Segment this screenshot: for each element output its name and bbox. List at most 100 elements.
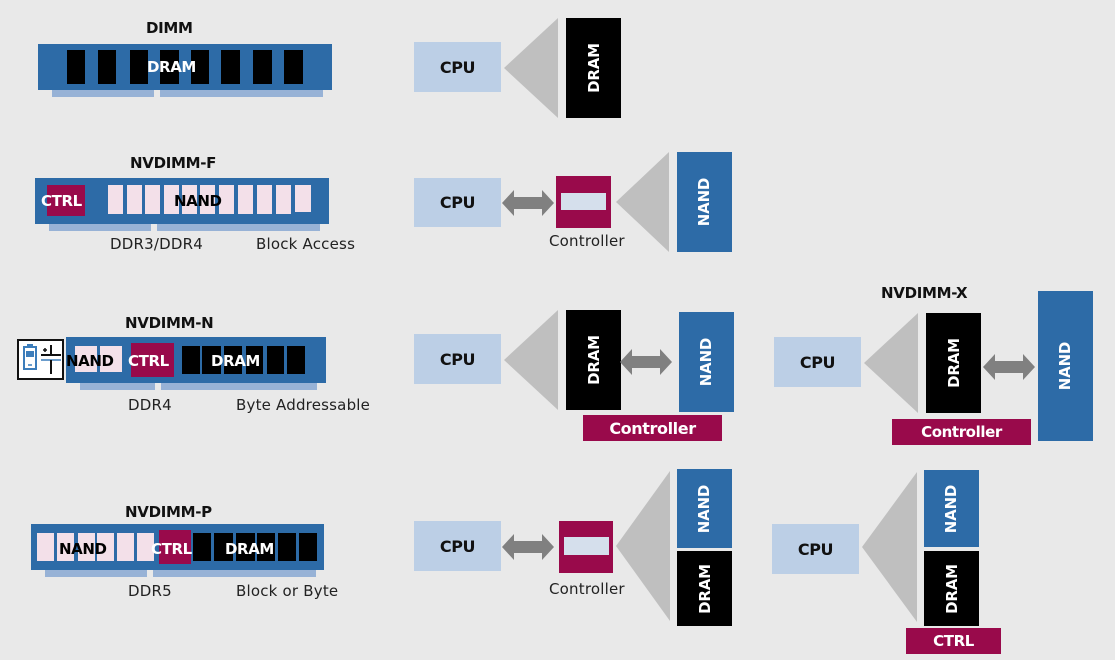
nand-label: NAND xyxy=(942,484,961,533)
controller-chip-icon xyxy=(556,176,611,228)
nand-block: NAND xyxy=(679,312,734,412)
dram-chip xyxy=(299,533,317,561)
nvdimm-f-title: NVDIMM-F xyxy=(130,154,217,172)
cpu-block: CPU xyxy=(414,178,501,227)
nvdimm-f-pin-left xyxy=(49,224,151,231)
nvdimm-n-pin-right xyxy=(161,383,317,390)
nvdimm-p-access: Block or Byte xyxy=(236,582,339,600)
controller-chip-icon xyxy=(559,521,613,573)
nvdimm-p-title: NVDIMM-P xyxy=(125,503,212,521)
dram-label: DRAM xyxy=(584,335,603,385)
dram-chip xyxy=(284,50,303,84)
dram-label: DRAM xyxy=(944,338,963,388)
nvdimm-n-title: NVDIMM-N xyxy=(125,314,214,332)
nvdimm-n-access: Byte Addressable xyxy=(236,396,371,414)
controller-label: CTRL xyxy=(933,632,974,650)
cpu-block: CPU xyxy=(774,337,861,387)
cpu-label: CPU xyxy=(439,193,476,212)
nvdimm-p-ctrl-label: CTRL xyxy=(151,540,192,558)
cpu-block: CPU xyxy=(414,334,501,384)
nand-block: NAND xyxy=(1038,291,1093,441)
cpu-label: CPU xyxy=(799,352,836,372)
nand-block: NAND xyxy=(677,469,732,548)
nvdimm-p-pin-left xyxy=(45,570,147,577)
controller-bar: Controller xyxy=(583,415,722,441)
nand-chip xyxy=(117,533,134,561)
nand-label: NAND xyxy=(697,337,716,387)
dram-chip xyxy=(193,533,211,561)
cpu-block: CPU xyxy=(772,524,859,574)
dimm-pin-right xyxy=(160,89,323,97)
nvdimm-p-interface: DDR5 xyxy=(128,582,172,600)
funnel-connector xyxy=(504,310,558,410)
nvdimm-p-nand-label: NAND xyxy=(59,540,107,558)
cpu-label: CPU xyxy=(439,349,476,369)
dram-chip xyxy=(267,346,284,374)
dram-chip xyxy=(221,50,240,84)
nvdimm-n-ctrl-label: CTRL xyxy=(128,352,169,370)
nand-chip xyxy=(276,185,291,214)
nand-label: NAND xyxy=(695,484,714,533)
funnel-connector xyxy=(504,18,558,118)
dram-chip xyxy=(278,533,296,561)
dram-label: DRAM xyxy=(942,563,961,614)
controller-label: Controller xyxy=(549,580,625,598)
nand-chip xyxy=(145,185,160,214)
nvdimm-p-dram-label: DRAM xyxy=(225,540,274,558)
dram-block: DRAM xyxy=(566,18,621,118)
nvdimm-p-pin-right xyxy=(153,570,316,577)
dram-chip xyxy=(253,50,272,84)
funnel-connector xyxy=(862,472,917,622)
battery-supercapacitor-icon xyxy=(17,339,64,380)
nand-chip xyxy=(127,185,142,214)
dimm-dram-label: DRAM xyxy=(147,58,196,76)
dram-block: DRAM xyxy=(566,310,621,410)
nand-label: NAND xyxy=(1056,341,1075,391)
cpu-label: CPU xyxy=(797,539,834,559)
nand-chip xyxy=(37,533,54,561)
nvdimm-n-interface: DDR4 xyxy=(128,396,172,414)
dram-chip xyxy=(130,50,148,84)
cpu-label: CPU xyxy=(439,536,476,556)
nand-chip xyxy=(108,185,123,214)
dram-chip xyxy=(287,346,305,374)
bidirectional-arrow-icon xyxy=(502,533,554,561)
dram-chip xyxy=(98,50,116,84)
nvdimm-f-interface: DDR3/DDR4 xyxy=(110,235,203,253)
funnel-connector xyxy=(616,152,669,252)
controller-label: Controller xyxy=(921,423,1002,441)
nand-chip xyxy=(238,185,253,214)
dram-label: DRAM xyxy=(584,43,603,93)
dimm-title: DIMM xyxy=(146,19,193,37)
nvdimm-n-pin-left xyxy=(80,383,155,390)
cpu-block: CPU xyxy=(414,521,501,571)
nvdimm-f-pin-right xyxy=(157,224,320,231)
dram-block: DRAM xyxy=(677,551,732,626)
nvdimm-n-nand-label: NAND xyxy=(66,352,114,370)
nvdimm-n-dram-label: DRAM xyxy=(211,352,260,370)
dram-block: DRAM xyxy=(924,551,979,626)
controller-label: Controller xyxy=(549,232,625,250)
funnel-connector xyxy=(864,313,918,413)
bidirectional-arrow-icon xyxy=(620,348,672,376)
nvdimm-f-nand-label: NAND xyxy=(174,192,222,210)
dram-chip xyxy=(182,346,200,374)
dram-block: DRAM xyxy=(926,313,981,413)
nand-chip xyxy=(295,185,311,212)
bidirectional-arrow-icon xyxy=(983,353,1035,381)
nvdimm-x-title: NVDIMM-X xyxy=(881,284,968,302)
cpu-label: CPU xyxy=(439,57,476,77)
dram-chip xyxy=(67,50,85,84)
controller-label: Controller xyxy=(609,418,696,438)
controller-bar: CTRL xyxy=(906,628,1001,654)
controller-bar: Controller xyxy=(892,419,1031,445)
nvdimm-f-ctrl-label: CTRL xyxy=(41,192,82,210)
nand-label: NAND xyxy=(695,177,714,227)
bidirectional-arrow-icon xyxy=(502,189,554,217)
nvdimm-f-access: Block Access xyxy=(256,235,356,253)
nand-chip xyxy=(257,185,272,214)
funnel-connector xyxy=(616,471,670,621)
nand-block: NAND xyxy=(924,470,979,547)
nand-block: NAND xyxy=(677,152,732,252)
dimm-pin-left xyxy=(52,89,154,97)
